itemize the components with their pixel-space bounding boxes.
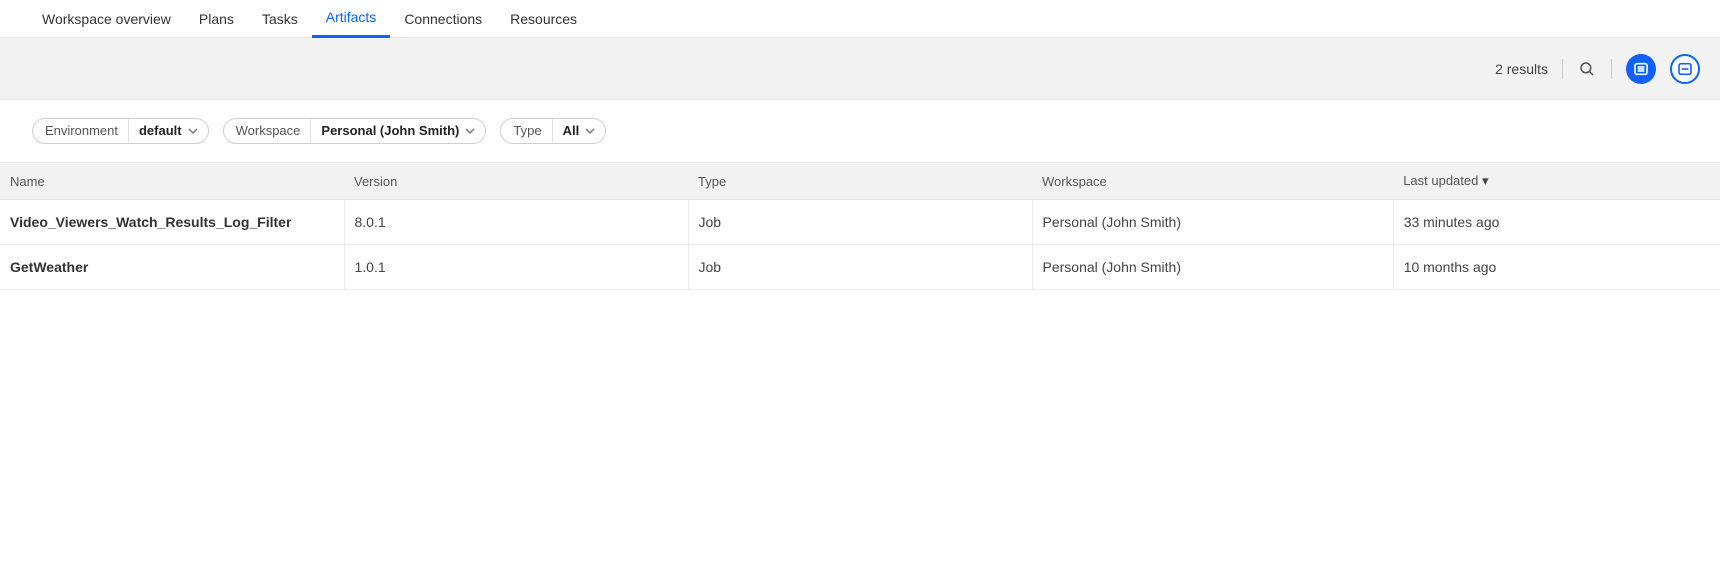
table-row[interactable]: GetWeather 1.0.1 Job Personal (John Smit…: [0, 245, 1720, 290]
table-header-row: Name Version Type Workspace Last updated…: [0, 163, 1720, 200]
tab-workspace-overview[interactable]: Workspace overview: [28, 0, 185, 38]
cell-last-updated: 33 minutes ago: [1393, 200, 1720, 245]
filter-workspace-value: Personal (John Smith): [311, 119, 465, 143]
cell-type: Job: [688, 200, 1032, 245]
cell-type: Job: [688, 245, 1032, 290]
cell-workspace: Personal (John Smith): [1032, 245, 1393, 290]
column-header-last-updated-label: Last updated: [1403, 173, 1478, 188]
table-row[interactable]: Video_Viewers_Watch_Results_Log_Filter 8…: [0, 200, 1720, 245]
filter-type-value: All: [553, 119, 586, 143]
cell-version: 1.0.1: [344, 245, 688, 290]
column-header-name[interactable]: Name: [0, 163, 344, 200]
column-header-workspace[interactable]: Workspace: [1032, 163, 1393, 200]
tab-artifacts[interactable]: Artifacts: [312, 0, 391, 38]
filter-type-label: Type: [501, 119, 552, 143]
cell-name: GetWeather: [0, 245, 344, 290]
artifacts-table: Name Version Type Workspace Last updated…: [0, 162, 1720, 290]
results-count: 2 results: [1495, 61, 1548, 77]
filter-bar: Environment default Workspace Personal (…: [0, 100, 1720, 162]
sort-desc-icon: ▾: [1482, 173, 1489, 188]
chevron-down-icon: [188, 126, 208, 136]
search-icon[interactable]: [1577, 59, 1597, 79]
main-tabs: Workspace overview Plans Tasks Artifacts…: [0, 0, 1720, 38]
view-list-icon[interactable]: [1626, 54, 1656, 84]
cell-last-updated: 10 months ago: [1393, 245, 1720, 290]
filter-environment-label: Environment: [33, 119, 129, 143]
tab-resources[interactable]: Resources: [496, 0, 591, 38]
view-card-icon[interactable]: [1670, 54, 1700, 84]
filter-workspace[interactable]: Workspace Personal (John Smith): [223, 118, 487, 144]
filter-environment[interactable]: Environment default: [32, 118, 209, 144]
column-header-type[interactable]: Type: [688, 163, 1032, 200]
filter-type[interactable]: Type All: [500, 118, 606, 144]
cell-version: 8.0.1: [344, 200, 688, 245]
chevron-down-icon: [465, 126, 485, 136]
filter-workspace-label: Workspace: [224, 119, 312, 143]
column-header-last-updated[interactable]: Last updated ▾: [1393, 163, 1720, 200]
column-header-version[interactable]: Version: [344, 163, 688, 200]
toolbar-divider: [1562, 59, 1563, 79]
tab-connections[interactable]: Connections: [390, 0, 496, 38]
tab-tasks[interactable]: Tasks: [248, 0, 312, 38]
filter-environment-value: default: [129, 119, 188, 143]
toolbar-divider: [1611, 59, 1612, 79]
cell-workspace: Personal (John Smith): [1032, 200, 1393, 245]
tab-plans[interactable]: Plans: [185, 0, 248, 38]
chevron-down-icon: [585, 126, 605, 136]
cell-name: Video_Viewers_Watch_Results_Log_Filter: [0, 200, 344, 245]
toolbar: 2 results: [0, 38, 1720, 100]
